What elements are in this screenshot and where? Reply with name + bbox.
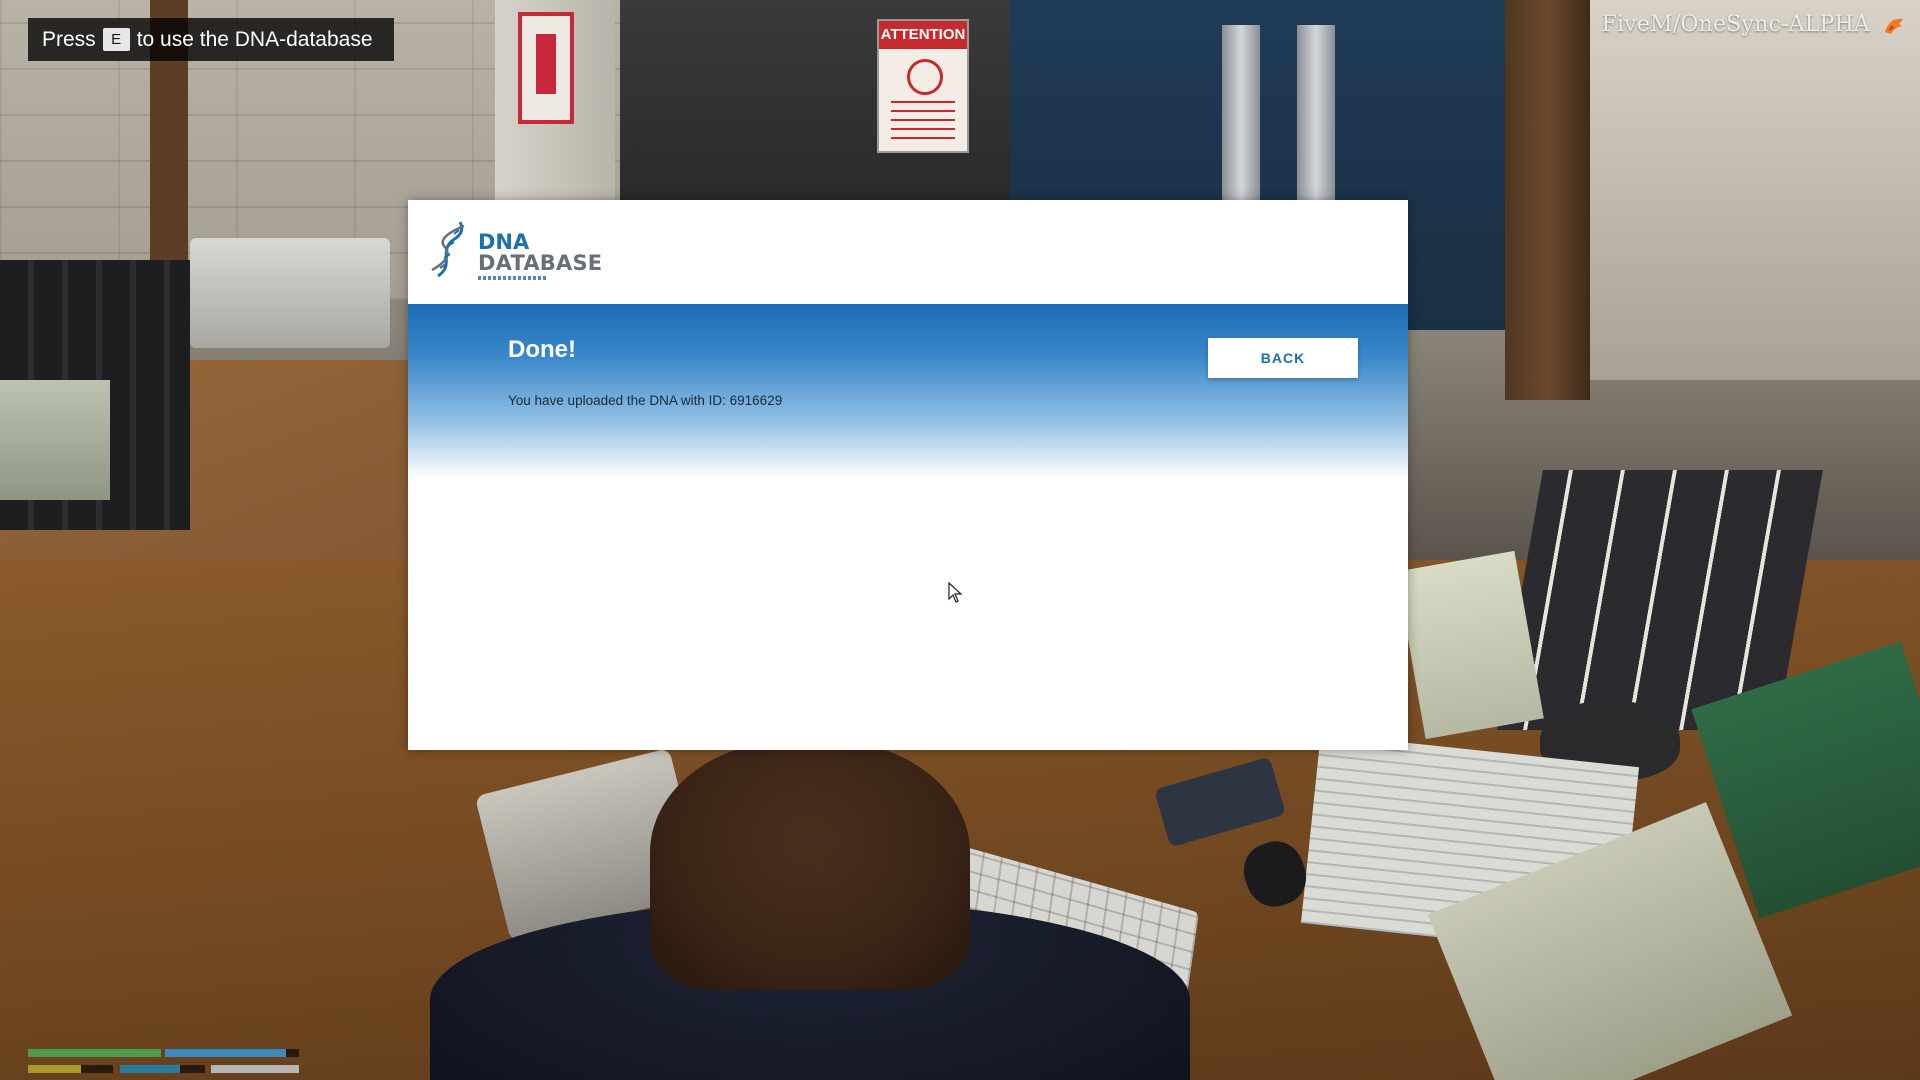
background-pole [1222, 25, 1260, 205]
status-bars [28, 1049, 299, 1076]
hunger-bar [28, 1065, 113, 1073]
armor-bar [165, 1049, 299, 1057]
help-prefix: Press [42, 27, 96, 51]
mouse-cursor-icon [948, 582, 963, 603]
dna-logo: DNA DATABASE [426, 218, 626, 286]
result-message: You have uploaded the DNA with ID: 69166… [508, 393, 783, 408]
dna-helix-icon [431, 221, 465, 278]
player-head [650, 740, 970, 990]
logo-subtitle: DATABASE [478, 251, 603, 275]
background-right-wall [1590, 0, 1920, 380]
server-name: FiveM/OneSync-ALPHA [1601, 12, 1870, 37]
health-bar [28, 1049, 161, 1057]
help-suffix: to use the DNA-database [136, 27, 373, 51]
no-smoking-icon [907, 59, 943, 95]
no-smoking-sign: ATTENTION [877, 19, 969, 153]
fire-extinguisher-sign [518, 12, 574, 124]
fivem-logo-icon [1885, 18, 1903, 34]
game-scene: ATTENTION Press E to use the DNA-databas… [0, 0, 1920, 1080]
attention-sign-header: ATTENTION [879, 21, 967, 49]
health-bar-fill [28, 1049, 161, 1057]
background-pole [1297, 25, 1335, 205]
e-key-icon: E [102, 28, 130, 51]
result-title: Done! [508, 336, 576, 363]
logo-tagline [478, 276, 548, 280]
thirst-bar [120, 1065, 205, 1073]
background-folders [0, 380, 110, 500]
background-printer [190, 238, 390, 348]
sign-fine-print [891, 101, 955, 145]
dna-header: DNA DATABASE [408, 200, 1408, 304]
stamina-bar-fill [211, 1065, 299, 1073]
dna-content-area [408, 479, 1408, 750]
stamina-bar [211, 1065, 299, 1073]
logo-title: DNA [478, 230, 530, 254]
back-button[interactable]: BACK [1208, 338, 1358, 378]
result-banner: Done! You have uploaded the DNA with ID:… [408, 304, 1408, 479]
dna-database-window: DNA DATABASE Done! You have uploaded the… [408, 200, 1408, 750]
background-door-frame [1505, 0, 1590, 400]
hunger-bar-fill [28, 1065, 81, 1073]
armor-bar-fill [165, 1049, 286, 1057]
help-notification: Press E to use the DNA-database [28, 18, 394, 61]
thirst-bar-fill [120, 1065, 180, 1073]
